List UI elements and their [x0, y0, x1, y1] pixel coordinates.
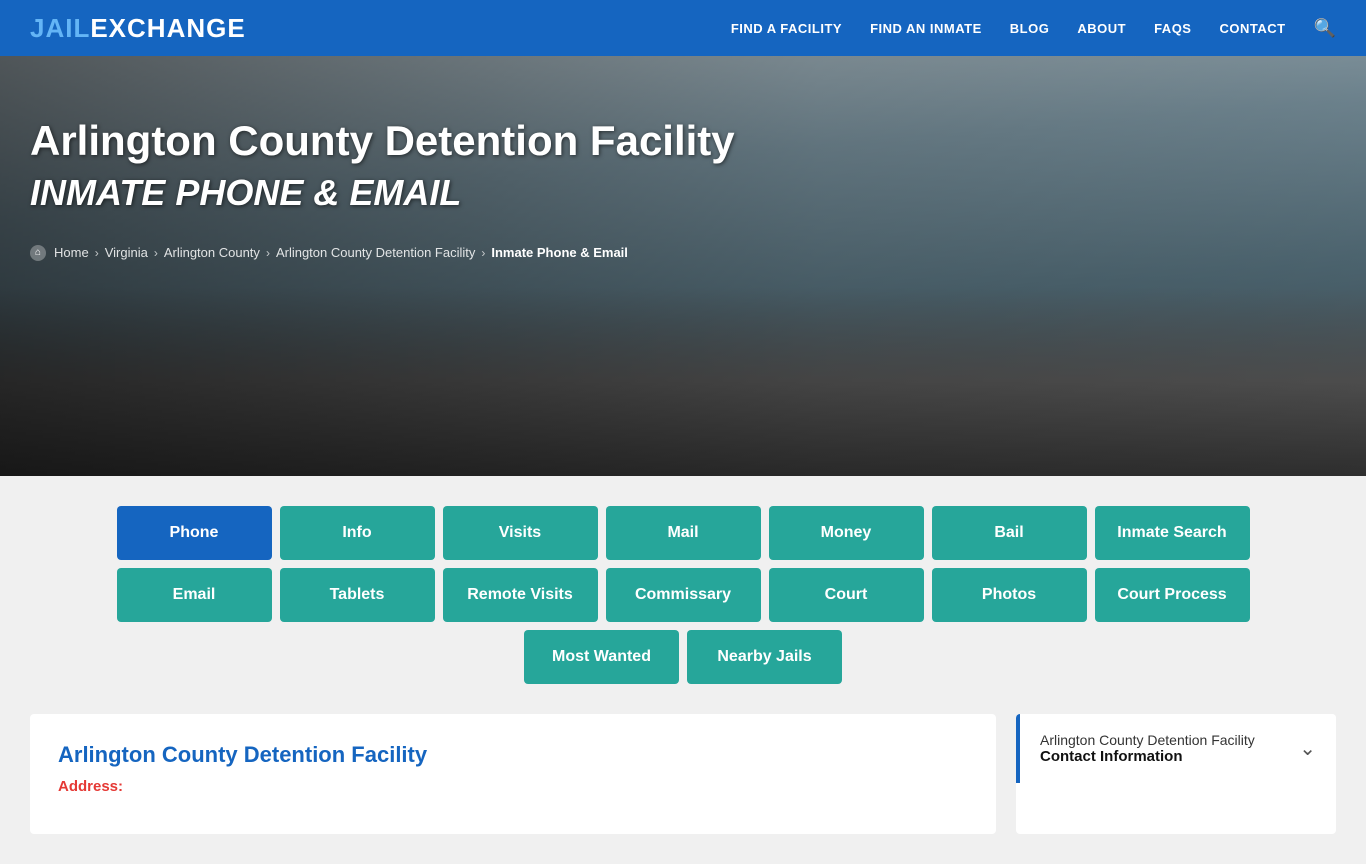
contact-info-text: Arlington County Detention Facility Cont… [1040, 732, 1255, 765]
breadcrumb-arrow-4: › [481, 246, 485, 260]
breadcrumb-arrow-3: › [266, 246, 270, 260]
contact-info-header[interactable]: Arlington County Detention Facility Cont… [1016, 714, 1336, 783]
nav-find-inmate[interactable]: FIND AN INMATE [870, 21, 982, 36]
btn-money[interactable]: Money [769, 506, 924, 560]
breadcrumb-current: Inmate Phone & Email [491, 245, 628, 260]
nav-find-facility[interactable]: FIND A FACILITY [731, 21, 842, 36]
facility-info-card: Arlington County Detention Facility Addr… [30, 714, 996, 834]
breadcrumb-arrow-1: › [95, 246, 99, 260]
contact-section-title: Contact Information [1040, 748, 1255, 765]
button-row-3: Most Wanted Nearby Jails [524, 630, 842, 684]
breadcrumb-facility[interactable]: Arlington County Detention Facility [276, 245, 475, 260]
btn-commissary[interactable]: Commissary [606, 568, 761, 622]
btn-inmate-search[interactable]: Inmate Search [1095, 506, 1250, 560]
home-icon: ⌂ [30, 245, 46, 261]
btn-court-process[interactable]: Court Process [1095, 568, 1250, 622]
logo-part2: EXCHANGE [90, 13, 245, 43]
nav-faqs[interactable]: FAQs [1154, 21, 1191, 36]
btn-phone[interactable]: Phone [117, 506, 272, 560]
btn-mail[interactable]: Mail [606, 506, 761, 560]
facility-card-title: Arlington County Detention Facility [58, 742, 968, 768]
bottom-section: Arlington County Detention Facility Addr… [30, 714, 1336, 834]
breadcrumb-arrow-2: › [154, 246, 158, 260]
chevron-down-icon: ⌄ [1299, 736, 1316, 761]
logo-part1: JAIL [30, 13, 90, 43]
nav-about[interactable]: ABOUT [1077, 21, 1126, 36]
btn-nearby-jails[interactable]: Nearby Jails [687, 630, 842, 684]
nav-blog[interactable]: BLOG [1010, 21, 1050, 36]
contact-facility-name: Arlington County Detention Facility [1040, 732, 1255, 748]
search-button[interactable]: 🔍 [1314, 18, 1336, 39]
btn-visits[interactable]: Visits [443, 506, 598, 560]
breadcrumb-virginia[interactable]: Virginia [105, 245, 148, 260]
breadcrumb-home[interactable]: Home [54, 245, 89, 260]
btn-most-wanted[interactable]: Most Wanted [524, 630, 679, 684]
breadcrumb-arlington-county[interactable]: Arlington County [164, 245, 260, 260]
button-row-1: Phone Info Visits Mail Money Bail Inmate… [117, 506, 1250, 560]
page-title: Arlington County Detention Facility INMA… [30, 116, 780, 217]
main-nav: FIND A FACILITY FIND AN INMATE BLOG ABOU… [731, 18, 1336, 39]
btn-tablets[interactable]: Tablets [280, 568, 435, 622]
breadcrumb: ⌂ Home › Virginia › Arlington County › A… [30, 245, 1336, 261]
address-label: Address: [58, 778, 123, 795]
main-content: Phone Info Visits Mail Money Bail Inmate… [0, 476, 1366, 864]
button-row-2: Email Tablets Remote Visits Commissary C… [117, 568, 1250, 622]
site-logo[interactable]: JAILEXCHANGE [30, 13, 246, 44]
btn-court[interactable]: Court [769, 568, 924, 622]
btn-info[interactable]: Info [280, 506, 435, 560]
site-header: JAILEXCHANGE FIND A FACILITY FIND AN INM… [0, 0, 1366, 56]
hero-section: Arlington County Detention Facility INMA… [0, 56, 1366, 476]
btn-photos[interactable]: Photos [932, 568, 1087, 622]
hero-content: Arlington County Detention Facility INMA… [0, 56, 1366, 261]
navigation-button-grid: Phone Info Visits Mail Money Bail Inmate… [30, 506, 1336, 684]
btn-email[interactable]: Email [117, 568, 272, 622]
btn-remote-visits[interactable]: Remote Visits [443, 568, 598, 622]
nav-contact[interactable]: CONTACT [1219, 21, 1285, 36]
btn-bail[interactable]: Bail [932, 506, 1087, 560]
contact-info-card: Arlington County Detention Facility Cont… [1016, 714, 1336, 834]
